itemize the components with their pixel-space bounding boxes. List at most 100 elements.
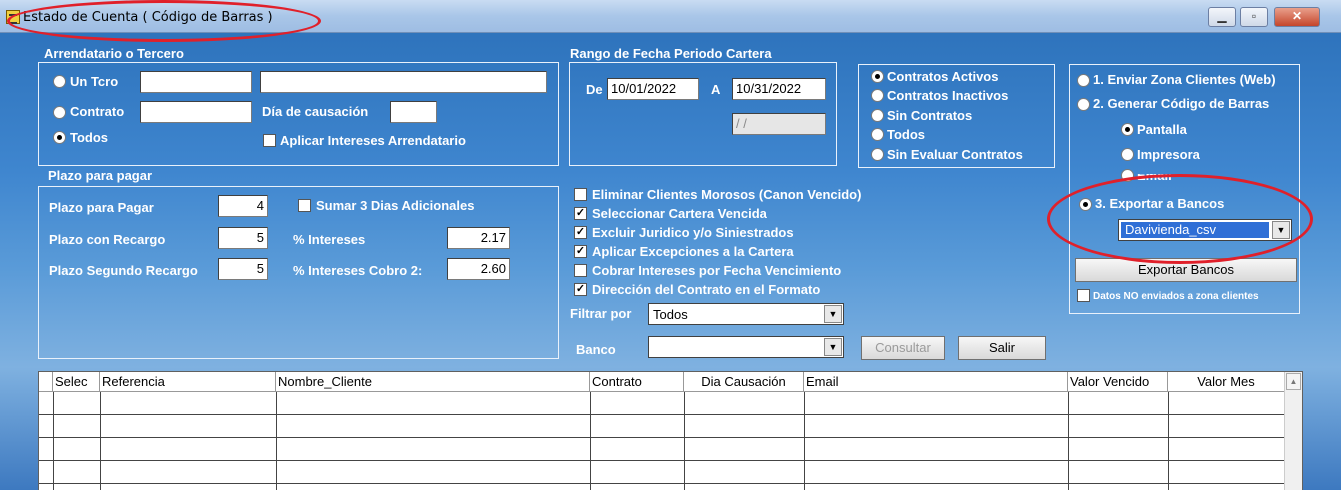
minimize-button[interactable]: ▁	[1208, 7, 1236, 27]
filtrar-por-select[interactable]: Todos ▼	[648, 303, 844, 325]
app-icon	[6, 10, 20, 24]
fecha-extra-input[interactable]: / /	[732, 113, 826, 135]
email-radio[interactable]	[1121, 169, 1134, 182]
fecha-desde-input[interactable]: 10/01/2022	[607, 78, 699, 100]
chevron-down-icon[interactable]: ▼	[1272, 221, 1290, 239]
direccion-contrato-label: Dirección del Contrato en el Formato	[592, 282, 821, 297]
sumar-dias-checkbox[interactable]	[298, 199, 311, 212]
row-selector-header	[39, 372, 53, 392]
un-tcro-radio[interactable]	[53, 75, 66, 88]
plazo-pagar-input[interactable]: 4	[218, 195, 268, 217]
column-header-valor-mes[interactable]: Valor Mes	[1168, 372, 1285, 392]
column-header-selec[interactable]: Selec	[53, 372, 100, 392]
seleccionar-cartera-label: Seleccionar Cartera Vencida	[592, 206, 767, 221]
column-header-valor-vencido[interactable]: Valor Vencido	[1068, 372, 1168, 392]
contratos-todos-label: Todos	[887, 127, 926, 142]
todos-label: Todos	[70, 130, 109, 145]
impresora-label: Impresora	[1137, 147, 1200, 162]
eliminar-morosos-label: Eliminar Clientes Morosos (Canon Vencido…	[592, 187, 862, 202]
intereses-cobro2-input[interactable]: 2.60	[447, 258, 510, 280]
de-label: De	[586, 82, 603, 97]
table-row	[39, 483, 1285, 484]
exportar-bancos-radio[interactable]	[1079, 198, 1092, 211]
aplicar-excepciones-checkbox[interactable]: ✓	[574, 245, 587, 258]
column-divider	[590, 392, 591, 490]
todos-radio[interactable]	[53, 131, 66, 144]
salir-button[interactable]: Salir	[958, 336, 1046, 360]
scroll-up-icon[interactable]: ▲	[1286, 373, 1301, 390]
chevron-down-icon[interactable]: ▼	[824, 305, 842, 323]
table-row	[39, 437, 1285, 438]
column-divider	[804, 392, 805, 490]
cobrar-intereses-checkbox[interactable]	[574, 264, 587, 277]
column-divider	[1168, 392, 1169, 490]
column-header-nombre[interactable]: Nombre_Cliente	[276, 372, 590, 392]
pantalla-label: Pantalla	[1137, 122, 1187, 137]
table-row	[39, 460, 1285, 461]
plazo-recargo-label: Plazo con Recargo	[49, 232, 166, 247]
column-divider	[100, 392, 101, 490]
contrato-input[interactable]	[140, 101, 252, 123]
contratos-activos-radio[interactable]	[871, 70, 884, 83]
plazo-section-label: Plazo para pagar	[48, 168, 153, 183]
a-label: A	[711, 82, 721, 97]
plazo-recargo-input[interactable]: 5	[218, 227, 268, 249]
contratos-inactivos-radio[interactable]	[871, 89, 884, 102]
aplicar-excepciones-label: Aplicar Excepciones a la Cartera	[592, 244, 794, 259]
title-bar: Estado de Cuenta ( Código de Barras ) ▁ …	[0, 0, 1341, 33]
pantalla-radio[interactable]	[1121, 123, 1134, 136]
banco-export-value: Davivienda_csv	[1121, 222, 1269, 238]
excluir-juridico-checkbox[interactable]: ✓	[574, 226, 587, 239]
column-header-dia-causacion[interactable]: Dia Causación	[684, 372, 804, 392]
results-grid[interactable]: Selec Referencia Nombre_Cliente Contrato…	[38, 371, 1303, 490]
contrato-radio[interactable]	[53, 106, 66, 119]
column-divider	[1068, 392, 1069, 490]
datos-no-enviados-label: Datos NO enviados a zona clientes	[1093, 291, 1259, 302]
column-divider	[684, 392, 685, 490]
eliminar-morosos-checkbox[interactable]	[574, 188, 587, 201]
column-header-referencia[interactable]: Referencia	[100, 372, 276, 392]
banco-select[interactable]: ▼	[648, 336, 844, 358]
maximize-button[interactable]: ▫	[1240, 7, 1268, 27]
column-header-email[interactable]: Email	[804, 372, 1068, 392]
contratos-activos-label: Contratos Activos	[887, 69, 999, 84]
contratos-inactivos-label: Contratos Inactivos	[887, 88, 1009, 103]
window-title: Estado de Cuenta ( Código de Barras )	[23, 10, 273, 25]
enviar-zona-label: 1. Enviar Zona Clientes (Web)	[1093, 72, 1276, 87]
sumar-dias-label: Sumar 3 Dias Adicionales	[316, 198, 475, 213]
rango-section-label: Rango de Fecha Periodo Cartera	[570, 46, 772, 61]
direccion-contrato-checkbox[interactable]: ✓	[574, 283, 587, 296]
datos-no-enviados-checkbox[interactable]	[1077, 289, 1090, 302]
enviar-zona-radio[interactable]	[1077, 74, 1090, 87]
aplicar-intereses-label: Aplicar Intereses Arrendatario	[280, 133, 466, 148]
generar-codigo-radio[interactable]	[1077, 98, 1090, 111]
intereses-label: % Intereses	[293, 232, 366, 247]
un-tcro-input[interactable]	[140, 71, 252, 93]
filtrar-por-label: Filtrar por	[570, 306, 632, 321]
dia-causacion-input[interactable]	[390, 101, 437, 123]
aplicar-intereses-checkbox[interactable]	[263, 134, 276, 147]
impresora-radio[interactable]	[1121, 148, 1134, 161]
intereses-cobro2-label: % Intereses Cobro 2:	[293, 263, 423, 278]
filtrar-por-value: Todos	[653, 307, 688, 322]
sin-evaluar-radio[interactable]	[871, 148, 884, 161]
sin-contratos-radio[interactable]	[871, 109, 884, 122]
seleccionar-cartera-checkbox[interactable]: ✓	[574, 207, 587, 220]
close-button[interactable]: ✕	[1274, 7, 1320, 27]
segundo-recargo-input[interactable]: 5	[218, 258, 268, 280]
un-tcro-label: Un Tcro	[70, 74, 119, 89]
chevron-down-icon[interactable]: ▼	[824, 338, 842, 356]
plazo-pagar-label: Plazo para Pagar	[49, 200, 154, 215]
tercero-name-input[interactable]	[260, 71, 547, 93]
intereses-input[interactable]: 2.17	[447, 227, 510, 249]
grid-scrollbar[interactable]: ▲	[1284, 372, 1302, 490]
excluir-juridico-label: Excluir Juridico y/o Siniestrados	[592, 225, 794, 240]
contratos-todos-radio[interactable]	[871, 128, 884, 141]
exportar-bancos-button[interactable]: Exportar Bancos	[1075, 258, 1297, 282]
contrato-label: Contrato	[70, 104, 125, 119]
exportar-bancos-label: 3. Exportar a Bancos	[1095, 196, 1225, 211]
consultar-button[interactable]: Consultar	[861, 336, 945, 360]
banco-export-select[interactable]: Davivienda_csv ▼	[1118, 219, 1292, 241]
fecha-hasta-input[interactable]: 10/31/2022	[732, 78, 826, 100]
column-header-contrato[interactable]: Contrato	[590, 372, 684, 392]
